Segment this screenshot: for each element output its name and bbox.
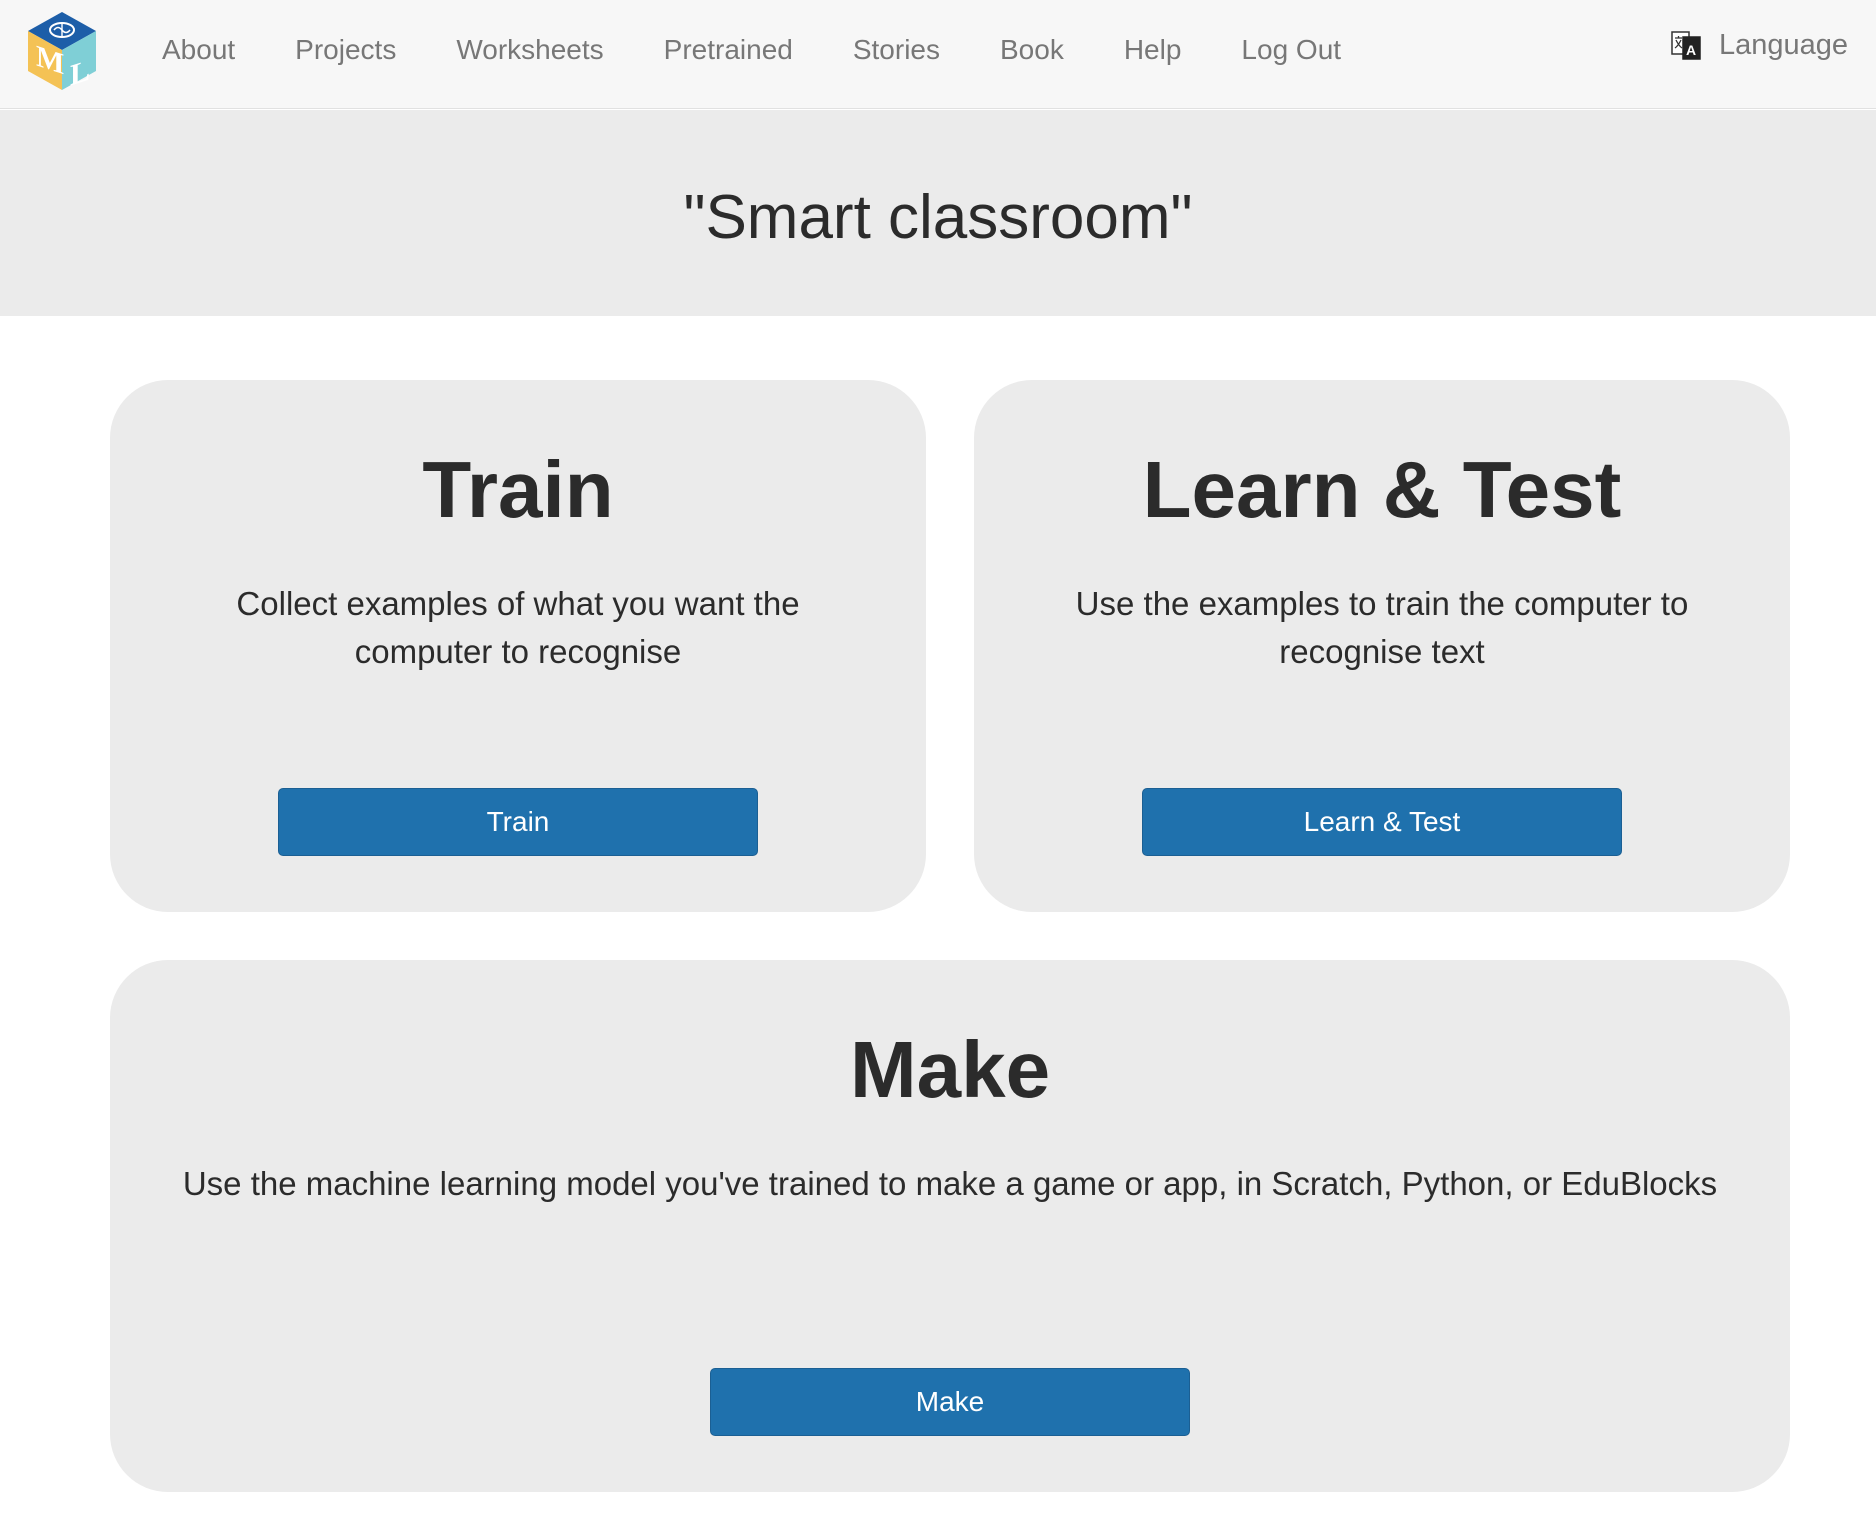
learn-test-button[interactable]: Learn & Test [1142,788,1622,856]
train-card-description: Collect examples of what you want the co… [236,585,800,670]
logo-letter-l: L [70,53,90,92]
nav-links: About Projects Worksheets Pretrained Sto… [140,0,1401,100]
language-label: Language [1718,28,1848,61]
nav-pretrained-link[interactable]: Pretrained [664,34,793,66]
top-navbar: M L About Projects Worksheets Pretrained… [0,0,1876,109]
make-button[interactable]: Make [710,1368,1190,1436]
svg-text:A: A [1686,42,1696,58]
train-card-heading: Train [422,445,614,534]
make-card: Make Use the machine learning model you'… [110,960,1790,1492]
train-card: Train Collect examples of what you want … [110,380,926,912]
page-title: "Smart classroom" [683,182,1193,252]
nav-help-link[interactable]: Help [1124,34,1182,66]
learn-test-card-heading: Learn & Test [1142,445,1622,534]
nav-stories-link[interactable]: Stories [853,34,940,66]
nav-book-link[interactable]: Book [1000,34,1064,66]
language-selector[interactable]: A Language [1671,28,1848,62]
make-card-heading: Make [849,1025,1051,1114]
learn-test-card-description: Use the examples to train the computer t… [1075,585,1689,670]
nav-about-link[interactable]: About [162,34,235,66]
nav-logout-link[interactable]: Log Out [1241,34,1341,66]
ml-logo-icon[interactable]: M L [26,10,98,93]
nav-projects-link[interactable]: Projects [295,34,396,66]
learn-test-card: Learn & Test Use the examples to train t… [974,380,1790,912]
translate-icon: A [1671,28,1701,62]
project-title-band: "Smart classroom" [0,110,1876,316]
make-card-description: Use the machine learning model you've tr… [182,1165,1718,1202]
nav-worksheets-link[interactable]: Worksheets [456,34,603,66]
train-button[interactable]: Train [278,788,758,856]
